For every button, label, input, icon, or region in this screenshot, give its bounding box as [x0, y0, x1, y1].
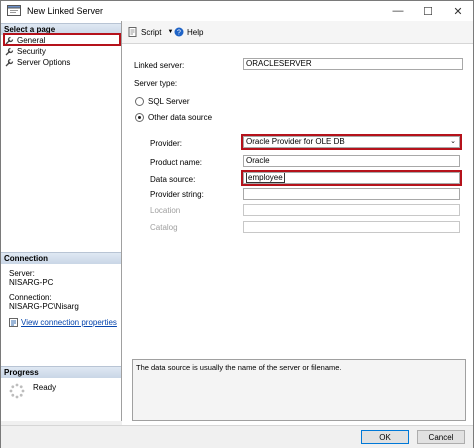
ok-button[interactable]: OK	[361, 430, 409, 444]
script-label: Script	[141, 27, 162, 37]
left-pane: Select a page General Security Server Op…	[1, 21, 122, 421]
provider-string-input[interactable]	[243, 188, 460, 200]
title-bar: New Linked Server — ☐ ✕	[1, 1, 473, 21]
product-name-label: Product name:	[150, 158, 203, 167]
provider-string-label: Provider string:	[150, 190, 204, 199]
location-input[interactable]	[243, 204, 460, 216]
cancel-button[interactable]: Cancel	[417, 430, 465, 444]
catalog-label: Catalog	[150, 223, 178, 232]
script-icon	[128, 27, 137, 37]
server-label: Server:	[9, 269, 35, 278]
progress-header: Progress	[1, 366, 121, 378]
description-text: The data source is usually the name of t…	[136, 363, 342, 372]
connection-value: NISARG-PC\Nisarg	[9, 302, 79, 311]
data-source-highlight	[241, 170, 462, 186]
other-data-source-label: Other data source	[148, 113, 213, 122]
page-item-label: Security	[17, 46, 46, 56]
database-server-icon	[7, 5, 21, 16]
window-title: New Linked Server	[27, 6, 104, 16]
view-connection-properties[interactable]: View connection properties	[9, 318, 117, 327]
selected-page-highlight	[3, 33, 121, 46]
progress-spinner-icon	[9, 383, 25, 399]
other-data-source-radio[interactable]	[135, 113, 144, 122]
chevron-down-icon[interactable]: ▼	[167, 29, 173, 35]
wrench-icon	[5, 47, 14, 55]
linked-server-input[interactable]: ORACLESERVER	[243, 58, 463, 70]
svg-text:?: ?	[177, 30, 181, 37]
close-icon: ✕	[453, 5, 463, 18]
location-label: Location	[150, 206, 181, 215]
connection-header: Connection	[1, 252, 121, 264]
maximize-button[interactable]: ☐	[413, 1, 443, 21]
progress-status: Ready	[33, 383, 57, 392]
right-pane: Script ▼ ? Help Linked server: ORACLESER…	[122, 21, 473, 425]
wrench-icon	[5, 58, 14, 66]
catalog-input[interactable]	[243, 221, 460, 233]
data-source-label: Data source:	[150, 175, 196, 184]
page-item-server-options[interactable]: Server Options	[5, 57, 70, 67]
button-bar: OK Cancel	[1, 425, 473, 448]
toolbar: Script ▼ ? Help	[122, 21, 473, 44]
help-icon: ?	[174, 27, 184, 37]
sql-server-radio[interactable]	[135, 97, 144, 106]
new-linked-server-window: New Linked Server — ☐ ✕ Select a page Ge…	[0, 0, 474, 448]
server-value: NISARG-PC	[9, 278, 54, 287]
page-item-label: Server Options	[17, 57, 71, 67]
properties-icon	[9, 318, 18, 327]
linked-server-label: Linked server:	[134, 61, 185, 70]
description-box: The data source is usually the name of t…	[132, 359, 466, 421]
provider-label: Provider:	[150, 139, 183, 148]
sql-server-label: SQL Server	[148, 97, 190, 106]
provider-highlight	[241, 134, 462, 150]
minimize-button[interactable]: —	[383, 1, 413, 21]
help-label: Help	[187, 27, 204, 37]
product-name-input[interactable]: Oracle	[243, 155, 460, 167]
connection-label: Connection:	[9, 293, 52, 302]
script-button[interactable]: Script ▼	[128, 27, 173, 37]
view-connection-properties-link[interactable]: View connection properties	[21, 318, 117, 327]
help-button[interactable]: ? Help	[174, 27, 203, 37]
minimize-icon: —	[392, 5, 404, 17]
close-button[interactable]: ✕	[443, 1, 473, 21]
server-type-label: Server type:	[134, 79, 178, 88]
maximize-icon: ☐	[423, 5, 433, 18]
page-item-security[interactable]: Security	[5, 46, 46, 56]
